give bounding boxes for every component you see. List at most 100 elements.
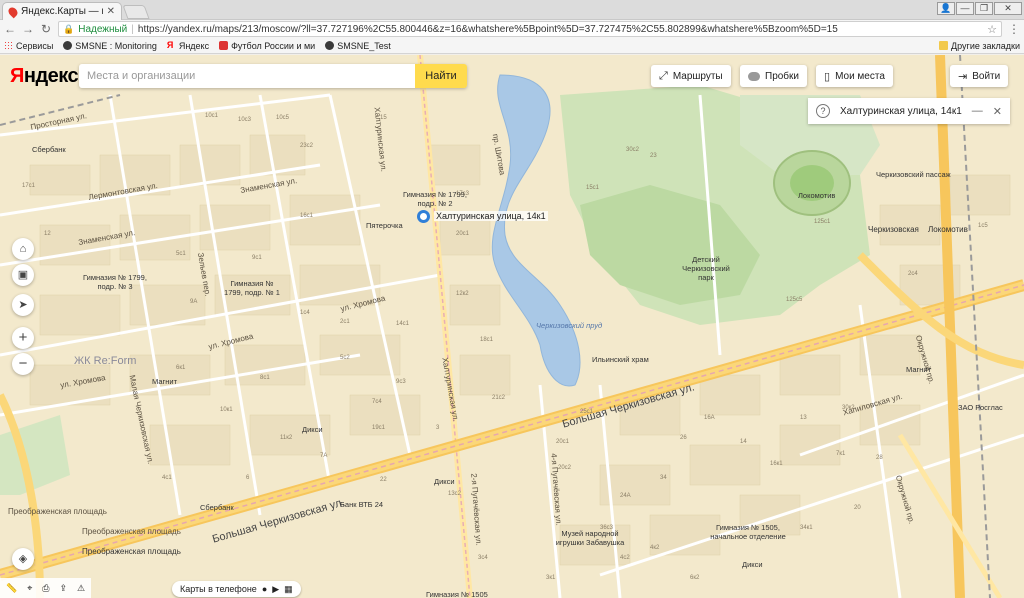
house-number: 24A [620, 493, 631, 499]
bookmark-label: SMSNE_Test [337, 40, 391, 51]
house-number: 5c2 [340, 355, 350, 361]
house-number: 12к2 [456, 291, 469, 297]
poi-label[interactable]: Гимназия № 1799, подр. № 3 [80, 273, 150, 291]
poi-label[interactable]: Сбербанк [32, 145, 66, 154]
marker-label[interactable]: Халтуринская улица, 14к1 [434, 211, 548, 221]
home-icon[interactable]: ⌂ [12, 238, 34, 260]
minimize-window-icon[interactable]: — [956, 2, 974, 15]
url-text[interactable]: https://yandex.ru/maps/213/moscow/?ll=37… [138, 24, 838, 35]
routes-button[interactable]: ⤢ Маршруты [651, 65, 731, 87]
other-bookmarks[interactable]: Другие закладки [939, 41, 1020, 51]
user-profile-icon[interactable]: 👤 [937, 2, 955, 15]
geolocation-icon[interactable]: ➤ [12, 294, 34, 316]
close-window-icon[interactable]: ✕ [994, 2, 1022, 15]
house-number: 3к1 [546, 575, 556, 581]
tab-close-icon[interactable]: ✕ [107, 6, 115, 17]
house-number: 15с1 [586, 185, 600, 191]
back-arrow-icon[interactable]: ← [4, 22, 16, 36]
login-button[interactable]: ⇥ Войти [950, 65, 1009, 87]
poi-label[interactable]: Пятерочка [366, 221, 403, 230]
metro-label[interactable]: Черкизовская [868, 225, 919, 234]
house-number: 22 [380, 477, 387, 483]
minimize-icon[interactable]: — [972, 105, 983, 117]
windows-icon: ▦ [284, 583, 293, 594]
print-icon[interactable]: ⎙ [42, 583, 49, 594]
bookmark-star-icon[interactable]: ☆ [987, 23, 997, 36]
poi-label[interactable]: ЖК Re:Form [74, 355, 136, 367]
layers-icon[interactable]: ◈ [12, 548, 34, 570]
poi-label[interactable]: Локомотив [798, 191, 835, 200]
window-controls: 👤 — ❐ ✕ [937, 2, 1022, 15]
omnibox-separator: | [131, 23, 134, 35]
bookmark-smsne-test[interactable]: SMSNE_Test [325, 41, 391, 51]
mobile-app-promo[interactable]: Карты в телефоне ● ▶ ▦ [172, 581, 301, 597]
poi-label[interactable]: Гимназия № 1799, подр. № 1 [222, 279, 282, 297]
other-bookmarks-label: Другие закладки [951, 40, 1020, 51]
metro-label[interactable]: Локомотив [928, 225, 968, 234]
poi-label[interactable]: Гимназия № 1505 [426, 590, 488, 598]
house-number: 19c1 [372, 425, 386, 431]
omnibox[interactable]: 🔒 Надежный | https://yandex.ru/maps/213/… [58, 21, 1002, 37]
metro-label[interactable]: Преображенская площадь [82, 547, 181, 556]
route-icon: ⤢ [659, 69, 668, 82]
poi-label[interactable]: Дикси [302, 425, 323, 434]
zoom-out-icon[interactable]: − [12, 353, 34, 375]
my-places-button[interactable]: ▯ Мои места [816, 65, 893, 87]
browser-tab[interactable]: Яндекс.Карты — подро ✕ [2, 2, 122, 20]
poi-label[interactable]: Сбербанк [200, 503, 234, 512]
house-number: 13c2 [448, 491, 462, 497]
bookmark-yandex[interactable]: Я Яндекс [167, 41, 209, 51]
poi-label[interactable]: Гимназия № 1505, начальное отделение [706, 523, 790, 541]
question-icon[interactable]: ? [816, 104, 830, 118]
traffic-button[interactable]: Пробки [740, 65, 807, 87]
street-label: Преображенская площадь [8, 507, 107, 516]
new-tab-button[interactable] [122, 5, 150, 19]
yandex-logo[interactable]: Яндекс [10, 65, 79, 88]
work-icon[interactable]: ▣ [12, 264, 34, 286]
bookmark-smsne-monitoring[interactable]: SMSNE : Monitoring [63, 41, 157, 51]
house-number: 4c2 [620, 555, 630, 561]
poi-label[interactable]: Дикси [742, 560, 763, 569]
logo-rest: ндекс [23, 65, 79, 87]
house-number: 13 [800, 415, 807, 421]
house-number: 20с1 [456, 231, 470, 237]
forward-arrow-icon[interactable]: → [22, 22, 34, 36]
panorama-icon[interactable]: ⌖ [27, 583, 32, 594]
zoom-in-icon[interactable]: + [12, 327, 34, 349]
reload-icon[interactable]: ↻ [40, 22, 52, 36]
house-number: 34 [660, 475, 667, 481]
poi-label[interactable]: Музей народной игрушки Забавушка [555, 529, 625, 547]
bookmark-services[interactable]: Сервисы [4, 41, 53, 51]
house-number: 30к2 [842, 405, 855, 411]
map-graphics [0, 55, 1024, 598]
restore-window-icon[interactable]: ❐ [975, 2, 993, 15]
close-icon[interactable]: ✕ [993, 105, 1002, 118]
poi-label[interactable]: Банк ВТБ 24 [340, 500, 383, 509]
poi-label[interactable]: Ильинский храм [592, 355, 649, 364]
search-button[interactable]: Найти [415, 64, 467, 88]
poi-label: Черкизовский пруд [536, 321, 603, 330]
map-canvas[interactable]: Просторная ул. Лермонтовская ул. Знаменс… [0, 55, 1024, 598]
poi-label[interactable]: Магнит [906, 365, 931, 374]
poi-label[interactable]: Детский Черкизовский парк [676, 255, 736, 282]
ruler-icon[interactable]: 📏 [6, 583, 17, 594]
house-number: 3 [436, 425, 440, 431]
search-input[interactable] [79, 64, 415, 88]
house-number: 6к2 [690, 575, 700, 581]
house-number: 11к2 [280, 435, 293, 441]
poi-label[interactable]: Черкизовский пассаж [876, 170, 951, 179]
browser-menu-icon[interactable]: ⋮ [1008, 22, 1020, 36]
tab-title: Яндекс.Карты — подро [21, 6, 103, 17]
poi-label[interactable]: Дикси [434, 477, 455, 486]
logo-first-letter: Я [10, 65, 24, 87]
place-card-title: Халтуринская улица, 14к1 [840, 105, 962, 117]
location-marker-icon[interactable] [417, 210, 430, 223]
poi-label[interactable]: Магнит [152, 377, 177, 386]
share-icon[interactable]: ⇪ [60, 583, 68, 594]
traffic-icon [748, 71, 760, 81]
apple-icon: ● [261, 584, 268, 594]
bookmark-football[interactable]: Футбол России и ми [219, 41, 315, 51]
warning-icon[interactable]: ⚠ [77, 583, 85, 594]
search-box: Найти [79, 64, 467, 88]
poi-label[interactable]: ЗАО Росглас [958, 403, 1003, 412]
